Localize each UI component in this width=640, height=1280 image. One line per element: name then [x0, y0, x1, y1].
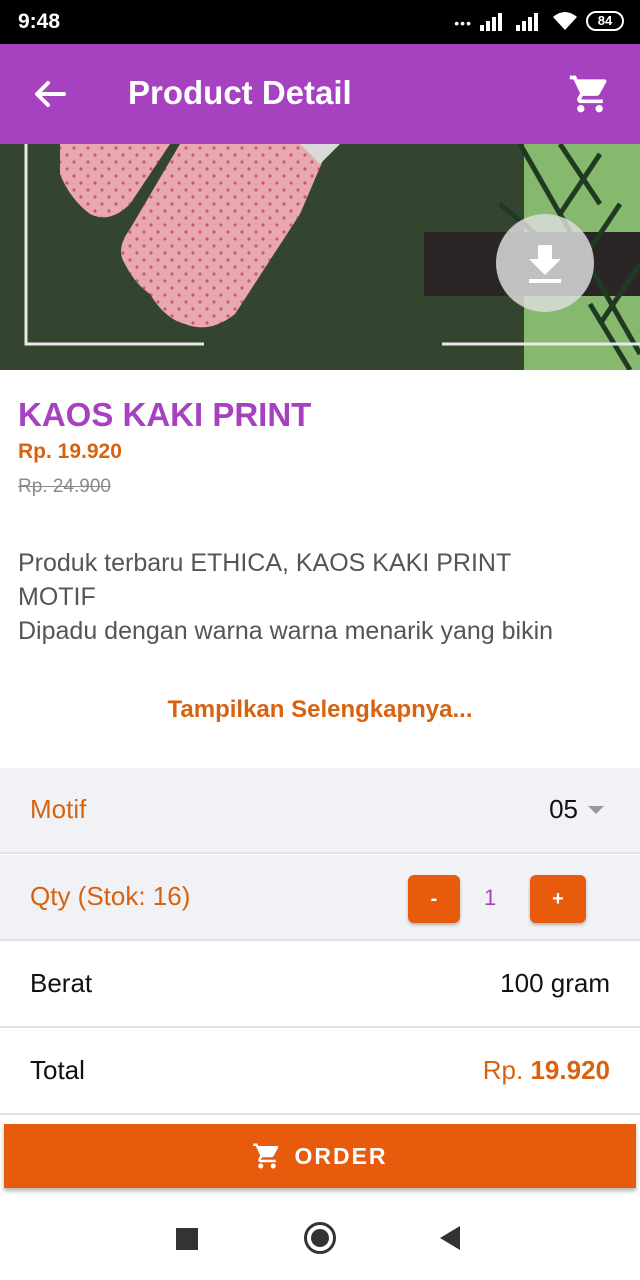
description-line: Produk terbaru ETHICA, KAOS KAKI PRINT	[18, 549, 512, 577]
qty-label: Qty (Stok: 16)	[30, 881, 191, 911]
battery-icon: 84	[586, 11, 624, 31]
download-button[interactable]	[496, 214, 594, 312]
weight-value: 100 gram	[500, 968, 610, 998]
download-icon	[529, 245, 561, 283]
order-button-label: ORDER	[294, 1142, 388, 1169]
qty-decrease-button[interactable]: -	[408, 875, 460, 923]
motif-row: Motif 05	[0, 768, 640, 854]
home-icon[interactable]	[304, 1222, 336, 1254]
motif-value: 05	[549, 794, 578, 824]
qty-increase-button[interactable]: +	[530, 875, 586, 923]
product-name: KAOS KAKI PRINT	[18, 396, 312, 433]
weight-label: Berat	[30, 968, 93, 998]
signal-icon-2	[516, 11, 544, 31]
shopping-cart-icon[interactable]	[568, 72, 612, 116]
total-label: Total	[30, 1055, 85, 1085]
page-title: Product Detail	[128, 74, 352, 111]
arrow-left-icon[interactable]	[28, 72, 72, 116]
order-button[interactable]: ORDER	[4, 1124, 636, 1188]
motif-dropdown[interactable]: 05	[549, 794, 604, 825]
signal-icon	[480, 11, 508, 31]
description-line: Dipadu dengan warna warna menarik yang b…	[18, 617, 554, 645]
status-bar: 9:48 ••• 84	[0, 0, 640, 44]
description-line: MOTIF	[18, 583, 96, 611]
back-triangle-icon[interactable]	[440, 1226, 460, 1250]
motif-label: Motif	[30, 794, 87, 824]
status-time: 9:48	[18, 10, 61, 33]
wifi-icon	[553, 12, 577, 30]
recents-icon[interactable]	[176, 1228, 198, 1250]
system-nav-bar	[0, 1196, 640, 1280]
status-icons: ••• 84	[454, 10, 624, 32]
product-price: Rp. 19.920	[18, 440, 122, 463]
weight-row: Berat 100 gram	[0, 942, 640, 1028]
total-row: Total Rp. 19.920	[0, 1029, 640, 1115]
shopping-cart-icon	[253, 1143, 279, 1169]
chevron-down-icon	[588, 805, 604, 814]
qty-row: Qty (Stok: 16) - 1 +	[0, 855, 640, 941]
product-description: Produk terbaru ETHICA, KAOS KAKI PRINT M…	[18, 546, 628, 656]
qty-value: 1	[484, 885, 497, 910]
show-more-link[interactable]: Tampilkan Selengkapnya...	[0, 696, 640, 724]
product-old-price: Rp. 24.900	[18, 476, 111, 497]
product-image	[0, 144, 640, 370]
notification-dots-icon: •••	[454, 15, 472, 31]
total-currency: Rp.	[482, 1055, 524, 1085]
total-value: Rp. 19.920	[483, 1055, 610, 1086]
app-bar: Product Detail	[0, 44, 640, 144]
total-amount: 19.920	[530, 1055, 610, 1085]
